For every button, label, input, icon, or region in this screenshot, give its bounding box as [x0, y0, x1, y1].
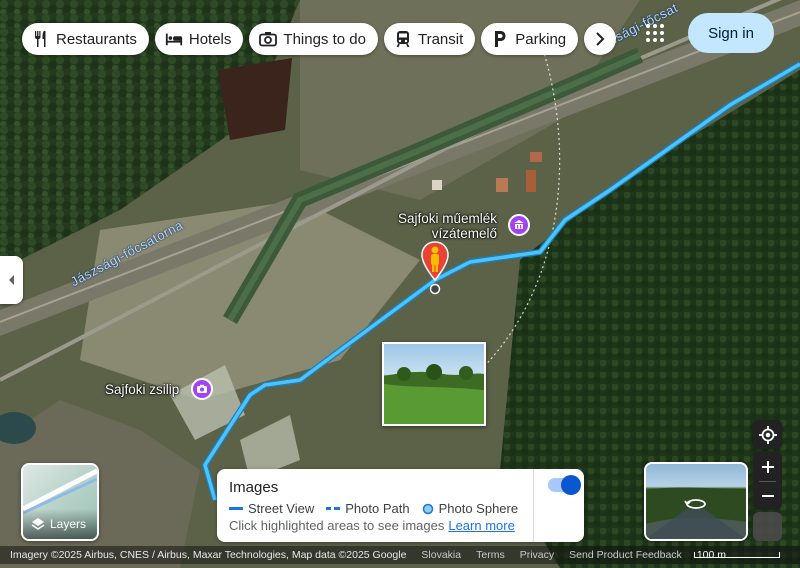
legend-photo-sphere-label: Photo Sphere [438, 501, 519, 516]
poi-label-zsilip[interactable]: Sajfoki zsilip [105, 382, 179, 397]
apps-grid-icon[interactable] [644, 22, 666, 44]
legend-street-view-label: Street View [248, 501, 315, 516]
zoom-out-button[interactable] [753, 481, 782, 510]
learn-more-link[interactable]: Learn more [448, 518, 514, 533]
category-chips: Restaurants Hotels Things to do Transit … [22, 23, 617, 55]
collapse-panel-button[interactable] [0, 256, 23, 304]
my-location-button[interactable] [753, 420, 782, 449]
images-hint-text: Click highlighted areas to see images [229, 518, 445, 533]
images-legend: Street View Photo Path Photo Sphere [229, 501, 518, 516]
scale-bar [694, 552, 780, 558]
chip-label: Restaurants [56, 30, 137, 48]
pegman-control[interactable] [753, 512, 782, 541]
chip-transit[interactable]: Transit [383, 23, 476, 55]
legend-photo-path-label: Photo Path [345, 501, 410, 516]
chip-restaurants[interactable]: Restaurants [22, 23, 149, 55]
legend-photo-path: Photo Path [326, 501, 410, 516]
camera-pin-icon[interactable] [191, 378, 213, 400]
rotate-360-icon [684, 499, 706, 509]
map-footer: Imagery ©2025 Airbus, CNES / Airbus, Max… [0, 546, 800, 564]
chips-scroll-right-button[interactable] [584, 23, 617, 55]
train-icon [394, 30, 412, 48]
caret-left-icon [8, 275, 14, 285]
chip-parking[interactable]: Parking [481, 23, 579, 55]
chevron-right-icon [591, 30, 609, 48]
parking-icon [491, 30, 509, 48]
layers-button[interactable]: Layers [21, 463, 99, 541]
chip-things-to-do[interactable]: Things to do [249, 23, 378, 55]
images-panel: Images Street View Photo Path Photo Sphe… [217, 469, 584, 542]
zoom-control [753, 452, 782, 510]
country-link[interactable]: Slovakia [421, 549, 461, 561]
panel-divider [533, 469, 534, 542]
poi-label-line-1: Sajfoki műemlék [398, 211, 498, 226]
poi-label-line-2: vízátemelő [431, 226, 498, 241]
legend-photo-sphere: Photo Sphere [422, 501, 519, 516]
layers-map-preview [23, 468, 97, 515]
dashed-line-icon [326, 506, 341, 510]
plus-icon [761, 460, 774, 473]
fork-knife-icon [32, 30, 50, 48]
minus-icon [761, 494, 774, 497]
pegman-icon[interactable] [420, 240, 450, 290]
photo-thumbnail[interactable] [382, 342, 486, 426]
images-panel-title: Images [229, 479, 279, 496]
camera-icon [259, 30, 278, 48]
layers-label-wrap: Layers [23, 509, 97, 539]
terms-link[interactable]: Terms [476, 549, 505, 561]
imagery-attribution: Imagery ©2025 Airbus, CNES / Airbus, Max… [10, 549, 407, 561]
chip-label: Parking [515, 30, 567, 48]
chip-hotels[interactable]: Hotels [154, 23, 244, 55]
images-toggle[interactable] [548, 475, 581, 495]
layers-icon [31, 518, 45, 530]
chip-label: Transit [417, 30, 464, 48]
chip-label: Hotels [188, 30, 232, 48]
privacy-link[interactable]: Privacy [520, 549, 554, 561]
feedback-link[interactable]: Send Product Feedback [569, 549, 682, 561]
legend-street-view: Street View [229, 501, 314, 516]
toggle-knob [561, 475, 581, 495]
chip-label: Things to do [283, 30, 366, 48]
images-hint: Click highlighted areas to see images Lea… [229, 518, 515, 533]
zoom-in-button[interactable] [753, 452, 782, 481]
street-view-preview[interactable] [644, 462, 748, 541]
solid-line-icon [229, 506, 243, 510]
sign-in-button[interactable]: Sign in [688, 13, 774, 53]
sphere-dot-icon [422, 503, 433, 514]
layers-label: Layers [50, 517, 87, 531]
museum-pin-icon[interactable] [508, 214, 530, 236]
bed-icon [165, 30, 183, 48]
poi-label-muemlek[interactable]: Sajfoki műemlék vízátemelő [398, 211, 497, 241]
crosshair-icon [758, 425, 777, 444]
